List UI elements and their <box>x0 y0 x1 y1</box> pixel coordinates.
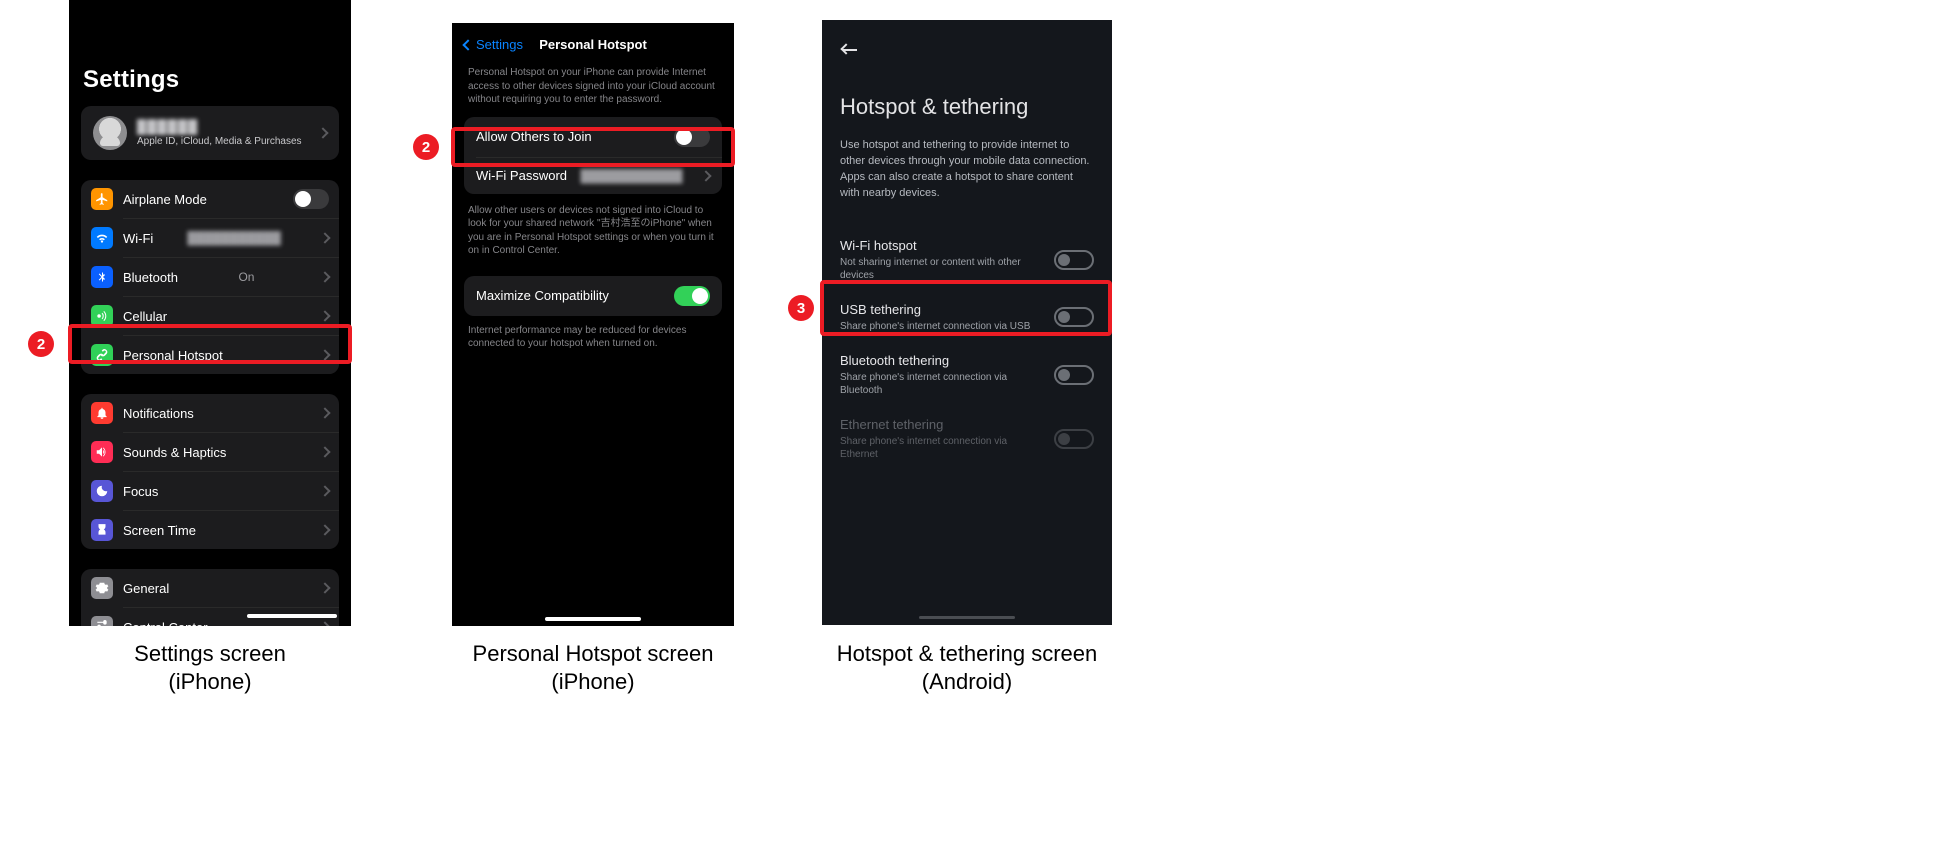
allow-others-row[interactable]: Allow Others to Join <box>464 117 722 157</box>
chevron-right-icon <box>319 582 330 593</box>
network-group: Airplane Mode Wi-Fi ███████████ <box>81 180 339 374</box>
wifi-value-blurred: ███████████ <box>187 231 281 245</box>
maxcompat-toggle[interactable] <box>674 286 710 306</box>
wifi-password-label: Wi-Fi Password <box>476 168 567 183</box>
caption-hotspot-iphone: Personal Hotspot screen(iPhone) <box>452 640 734 695</box>
sounds-icon <box>91 441 113 463</box>
settings-title: Settings <box>83 66 339 94</box>
wifi-hotspot-row[interactable]: Wi-Fi hotspot Not sharing internet or co… <box>840 228 1094 292</box>
focus-row[interactable]: Focus <box>81 472 339 510</box>
allow-others-label: Allow Others to Join <box>476 129 592 144</box>
link-icon <box>91 344 113 366</box>
screen-description: Use hotspot and tethering to provide int… <box>840 138 1090 202</box>
personal-hotspot-row[interactable]: Personal Hotspot <box>81 336 339 374</box>
back-button[interactable] <box>840 40 860 60</box>
nav-pill <box>919 616 1015 619</box>
allow-others-toggle[interactable] <box>674 127 710 147</box>
screentime-row[interactable]: Screen Time <box>81 511 339 549</box>
bluetooth-row[interactable]: Bluetooth On <box>81 258 339 296</box>
screen-title: Hotspot & tethering <box>840 94 1094 120</box>
cellular-icon <box>91 305 113 327</box>
airplane-icon <box>91 188 113 210</box>
profile-name-blurred: ██████ <box>137 119 302 134</box>
usb-tethering-row[interactable]: USB tethering Share phone's internet con… <box>840 292 1094 343</box>
chevron-right-icon <box>319 349 330 360</box>
caption-tethering-android: Hotspot & tethering screen(Android) <box>822 640 1112 695</box>
bt-tethering-toggle[interactable] <box>1054 365 1094 385</box>
wifi-label: Wi-Fi <box>123 231 153 246</box>
wifi-hotspot-toggle[interactable] <box>1054 250 1094 270</box>
focus-label: Focus <box>123 484 158 499</box>
wifi-hotspot-sub: Not sharing internet or content with oth… <box>840 256 1040 282</box>
screentime-icon <box>91 519 113 541</box>
bluetooth-tethering-row[interactable]: Bluetooth tethering Share phone's intern… <box>840 343 1094 407</box>
step-badge-3-right: 3 <box>788 295 814 321</box>
bluetooth-value: On <box>238 270 254 284</box>
nav-title: Personal Hotspot <box>464 37 722 52</box>
step-badge-2-middle: 2 <box>413 134 439 160</box>
chevron-right-icon <box>700 170 711 181</box>
wifi-hotspot-heading: Wi-Fi hotspot <box>840 238 1040 253</box>
control-center-label: Control Center <box>123 620 208 627</box>
profile-subtitle: Apple ID, iCloud, Media & Purchases <box>137 136 302 147</box>
android-hotspot-screen: Hotspot & tethering Use hotspot and teth… <box>822 20 1112 625</box>
bluetooth-label: Bluetooth <box>123 270 178 285</box>
usb-tethering-sub: Share phone's internet connection via US… <box>840 320 1030 333</box>
usb-tethering-heading: USB tethering <box>840 302 1030 317</box>
step-badge-2-left: 2 <box>28 331 54 357</box>
airplane-toggle[interactable] <box>293 189 329 209</box>
bluetooth-icon <box>91 266 113 288</box>
chevron-right-icon <box>319 446 330 457</box>
apple-id-row[interactable]: ██████ Apple ID, iCloud, Media & Purchas… <box>81 106 339 160</box>
iphone-hotspot-screen: Settings Personal Hotspot Personal Hotsp… <box>452 23 734 626</box>
chevron-right-icon <box>319 621 330 626</box>
hotspot-label: Personal Hotspot <box>123 348 223 363</box>
chevron-right-icon <box>319 310 330 321</box>
hotspot-blurb-2: Allow other users or devices not signed … <box>468 204 718 258</box>
airplane-mode-row[interactable]: Airplane Mode <box>81 180 339 218</box>
chevron-right-icon <box>319 524 330 535</box>
bt-tethering-sub: Share phone's internet connection via Bl… <box>840 371 1040 397</box>
wifi-password-row[interactable]: Wi-Fi Password ████████████ <box>464 158 722 194</box>
general-row[interactable]: General <box>81 569 339 607</box>
eth-tethering-toggle <box>1054 429 1094 449</box>
scroll-indicator <box>247 614 337 618</box>
focus-icon <box>91 480 113 502</box>
cellular-row[interactable]: Cellular <box>81 297 339 335</box>
sounds-group: Notifications Sounds & Haptics F <box>81 394 339 549</box>
hotspot-blurb-1: Personal Hotspot on your iPhone can prov… <box>468 66 718 107</box>
sounds-row[interactable]: Sounds & Haptics <box>81 433 339 471</box>
iphone-settings-screen: Settings ██████ Apple ID, iCloud, Media … <box>69 0 351 626</box>
ethernet-tethering-row: Ethernet tethering Share phone's interne… <box>840 407 1094 471</box>
chevron-right-icon <box>319 271 330 282</box>
notifications-row[interactable]: Notifications <box>81 394 339 432</box>
airplane-label: Airplane Mode <box>123 192 207 207</box>
general-label: General <box>123 581 169 596</box>
usb-tethering-toggle[interactable] <box>1054 307 1094 327</box>
chevron-right-icon <box>319 232 330 243</box>
wifi-password-value-blurred: ████████████ <box>580 169 682 183</box>
chevron-right-icon <box>319 485 330 496</box>
hotspot-blurb-3: Internet performance may be reduced for … <box>468 324 718 351</box>
notifications-icon <box>91 402 113 424</box>
eth-tethering-sub: Share phone's internet connection via Et… <box>840 435 1040 461</box>
cellular-label: Cellular <box>123 309 167 324</box>
avatar-icon <box>93 116 127 150</box>
bt-tethering-heading: Bluetooth tethering <box>840 353 1040 368</box>
control-center-icon <box>91 616 113 626</box>
wifi-row[interactable]: Wi-Fi ███████████ <box>81 219 339 257</box>
sounds-label: Sounds & Haptics <box>123 445 226 460</box>
gear-icon <box>91 577 113 599</box>
wifi-icon <box>91 227 113 249</box>
chevron-right-icon <box>319 407 330 418</box>
maximize-compatibility-row[interactable]: Maximize Compatibility <box>464 276 722 316</box>
caption-settings-iphone: Settings screen(iPhone) <box>69 640 351 695</box>
home-indicator <box>545 617 641 621</box>
eth-tethering-heading: Ethernet tethering <box>840 417 1040 432</box>
chevron-right-icon <box>317 127 328 138</box>
notifications-label: Notifications <box>123 406 194 421</box>
maxcompat-label: Maximize Compatibility <box>476 288 609 303</box>
screentime-label: Screen Time <box>123 523 196 538</box>
